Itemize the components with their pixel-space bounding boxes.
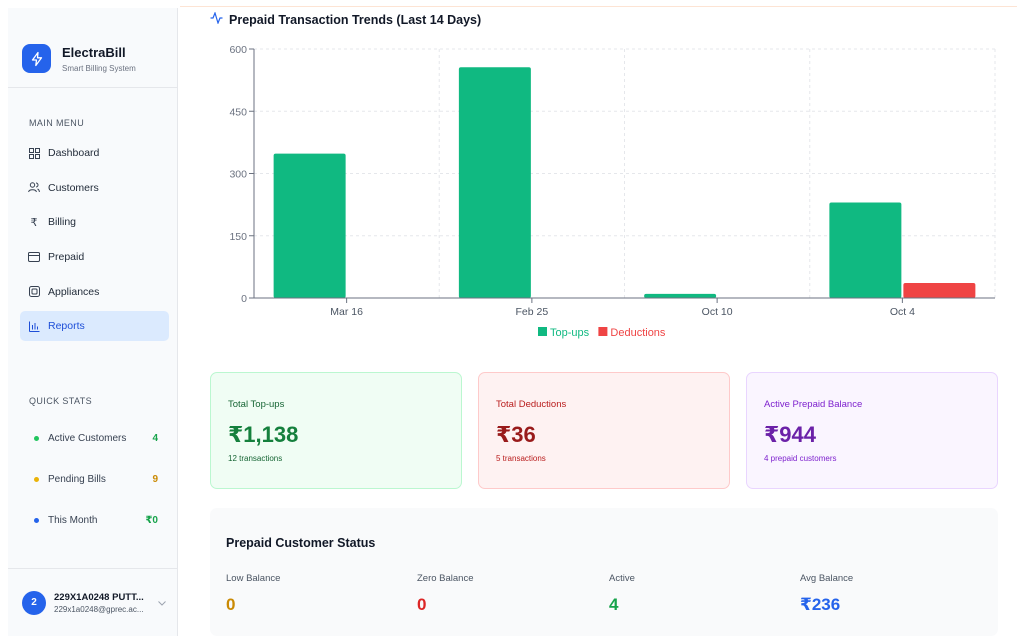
card-subtext: 12 transactions [228, 454, 283, 463]
card-label: Active Prepaid Balance [764, 399, 863, 410]
quick-stat-value: ₹0 [145, 514, 158, 526]
bar-top-ups-2 [458, 67, 531, 298]
status-label: Active [609, 573, 635, 584]
section-title: Prepaid Customer Status [226, 536, 376, 550]
quick-stat-label: This Month [48, 514, 98, 526]
card-label: Total Top-ups [228, 399, 285, 410]
bar-deductions-4 [903, 283, 976, 298]
bar-top-ups-1 [273, 153, 346, 298]
y-tick-label: 0 [241, 293, 247, 305]
quick-stat-this-month: This Month ₹0 [28, 510, 158, 530]
quick-stat-value: 9 [152, 473, 158, 485]
sidebar-item-label: Billing [48, 216, 77, 229]
dashboard-grid-icon [28, 147, 40, 159]
main-menu: Dashboard Customers ₹ Billing Prepaid Ap… [20, 138, 169, 346]
legend-label: Deductions [610, 327, 666, 339]
card-subtext: 4 prepaid customers [764, 454, 837, 463]
legend-label: Top-ups [550, 327, 590, 339]
sidebar-item-label: Dashboard [48, 147, 100, 159]
summary-cards: Total Top-ups ₹1,138 12 transactions Tot… [210, 372, 1000, 490]
card-total-topups: Total Top-ups ₹1,138 12 transactions [210, 372, 462, 489]
bar-top-ups-4 [829, 202, 902, 298]
rupee-icon: ₹ [30, 216, 38, 229]
card-value: ₹36 [496, 422, 536, 447]
user-email: 229x1a0248@gprec.ac... [54, 604, 144, 614]
card-active-prepaid-balance: Active Prepaid Balance ₹944 4 prepaid cu… [746, 372, 998, 489]
user-menu[interactable]: 2 229X1A0248 PUTT... 229x1a0248@gprec.ac… [8, 568, 178, 636]
chevron-down-icon [158, 598, 166, 608]
x-tick-label: Feb 25 [516, 306, 549, 318]
card-total-deductions: Total Deductions ₹36 5 transactions [478, 372, 730, 489]
users-icon [28, 182, 40, 194]
brand[interactable]: ElectraBill Smart Billing System [8, 8, 177, 88]
bar-top-ups-3 [644, 293, 717, 298]
brand-name: ElectraBill [62, 44, 126, 60]
card-label: Total Deductions [496, 399, 567, 410]
legend-swatch [598, 327, 608, 336]
sidebar-item-appliances[interactable]: Appliances [20, 277, 169, 307]
bar-chart: 0 150 300 450 600 Mar 16 Feb 25 Oct 10 Oct 4 Top-… [229, 44, 996, 339]
card-value: ₹944 [764, 422, 817, 447]
quick-stat-value: 4 [152, 432, 158, 444]
lightning-bolt-icon [22, 44, 51, 73]
legend-swatch [538, 327, 547, 336]
quick-stat-label: Pending Bills [48, 473, 106, 485]
main-menu-label: MAIN MENU [29, 118, 85, 128]
status-low-balance: Low Balance 0 [226, 573, 280, 615]
main-content: Prepaid Transaction Trends (Last 14 Days… [180, 0, 1017, 636]
user-name: 229X1A0248 PUTT... [54, 591, 144, 603]
x-tick-label: Oct 4 [890, 306, 915, 318]
status-dot-icon [34, 476, 39, 482]
sidebar-item-customers[interactable]: Customers [20, 173, 169, 203]
sidebar-item-prepaid[interactable]: Prepaid [20, 242, 169, 272]
sidebar-item-billing[interactable]: ₹ Billing [20, 207, 169, 237]
quick-stats-label: QUICK STATS [29, 396, 93, 406]
sidebar-item-label: Prepaid [48, 251, 85, 264]
status-value: 0 [226, 595, 236, 614]
y-tick-label: 150 [229, 231, 247, 243]
avatar: 2 [22, 590, 46, 615]
brand-subtitle: Smart Billing System [62, 63, 136, 73]
divider [180, 6, 1017, 7]
y-tick-label: 300 [229, 169, 247, 181]
sidebar-item-label: Customers [48, 181, 99, 194]
status-dot-icon [34, 517, 39, 523]
chart-title: Prepaid Transaction Trends (Last 14 Days… [210, 11, 482, 27]
status-label: Zero Balance [417, 573, 474, 584]
x-tick-label: Oct 10 [702, 306, 733, 318]
prepaid-customer-status: Prepaid Customer Status Low Balance 0 Ze… [210, 508, 998, 636]
status-label: Low Balance [226, 573, 281, 584]
chart-title-text: Prepaid Transaction Trends (Last 14 Days… [229, 12, 482, 27]
status-value: 4 [609, 595, 619, 614]
status-avg-balance: Avg Balance ₹236 [800, 573, 853, 615]
sidebar: ElectraBill Smart Billing System MAIN ME… [8, 8, 178, 636]
card-subtext: 5 transactions [496, 454, 546, 463]
quick-stat-pending-bills: Pending Bills 9 [28, 469, 158, 489]
bar-chart-icon [28, 320, 40, 332]
plug-icon [28, 286, 40, 298]
quick-stat-label: Active Customers [48, 432, 127, 444]
quick-stats: Active Customers 4 Pending Bills 9 This … [28, 428, 158, 551]
credit-card-icon [28, 251, 40, 263]
quick-stat-active-customers: Active Customers 4 [28, 428, 158, 448]
card-value: ₹1,138 [228, 422, 299, 447]
x-tick-label: Mar 16 [330, 306, 363, 318]
y-tick-label: 600 [229, 44, 247, 56]
status-active: Active 4 [609, 573, 635, 615]
status-value: 0 [417, 595, 427, 614]
sidebar-item-label: Appliances [48, 285, 100, 298]
status-dot-icon [34, 435, 39, 441]
status-value: ₹236 [800, 595, 841, 614]
status-label: Avg Balance [800, 573, 854, 584]
sidebar-item-dashboard[interactable]: Dashboard [20, 138, 169, 168]
y-tick-label: 450 [229, 106, 247, 118]
status-zero-balance: Zero Balance 0 [417, 573, 474, 615]
app-window: ElectraBill Smart Billing System MAIN ME… [0, 0, 1017, 636]
sidebar-item-label: Reports [48, 320, 85, 333]
sidebar-item-reports[interactable]: Reports [20, 311, 169, 342]
activity-icon [210, 11, 223, 27]
